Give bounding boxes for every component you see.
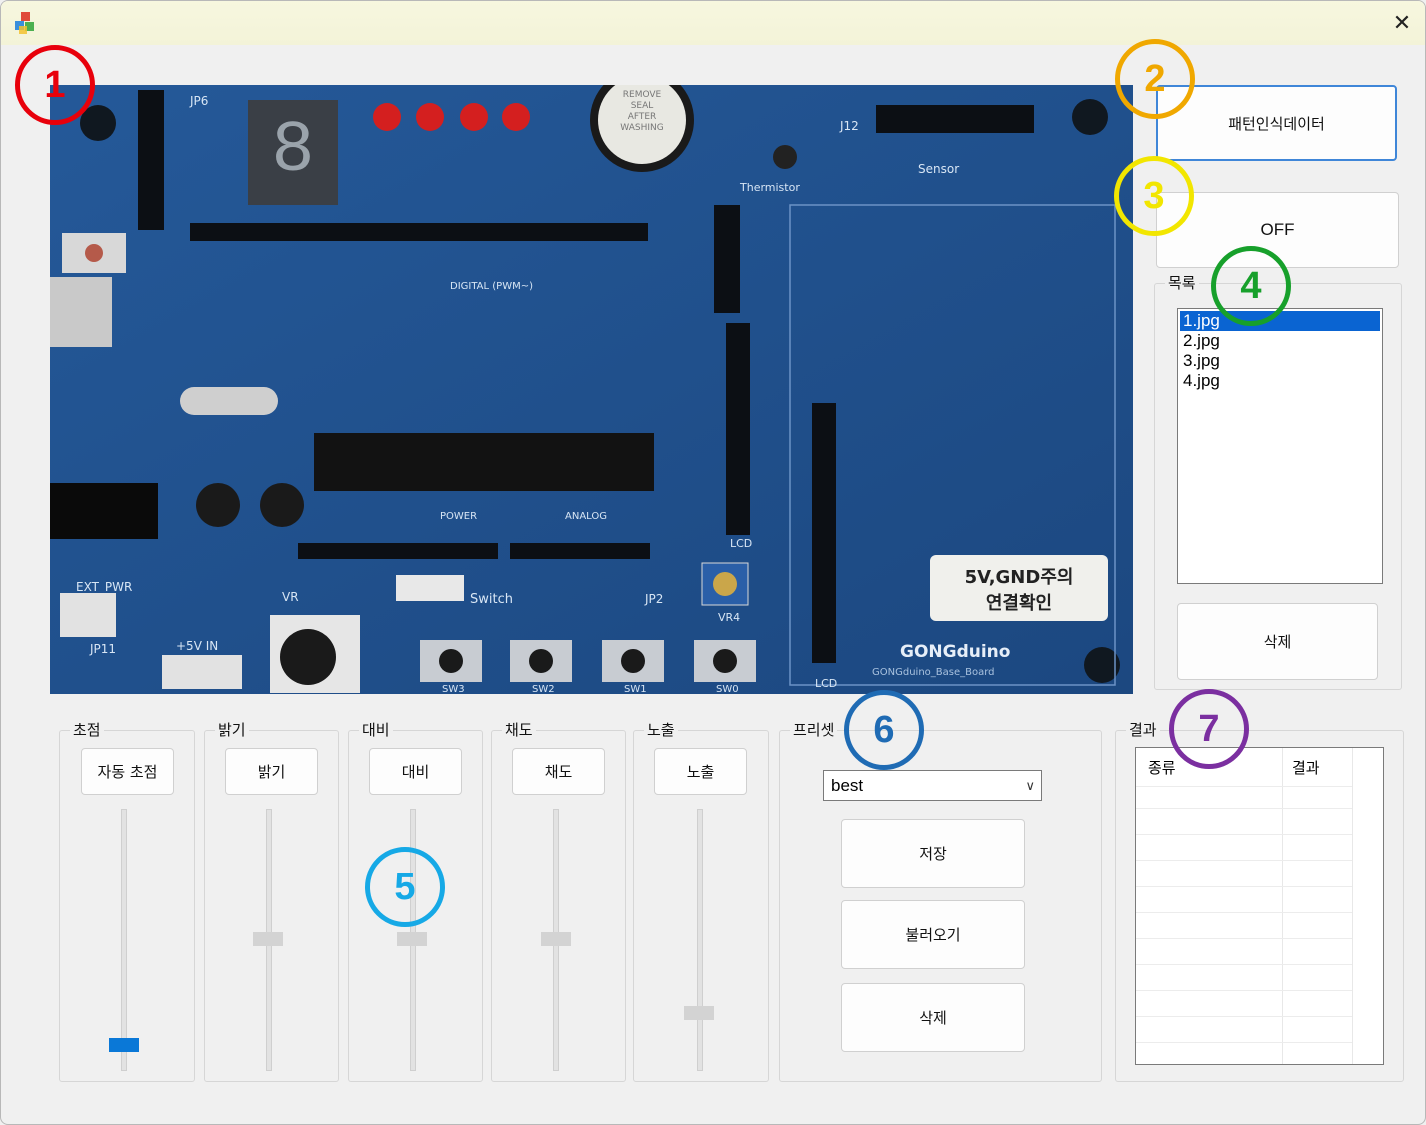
saturation-slider-thumb[interactable] [541,932,571,946]
exposure-slider-track[interactable] [697,809,703,1071]
digital-label: DIGITAL (PWM~) [450,281,533,292]
buzzer-label-2: SEAL [631,101,654,111]
sw1-label: SW1 [624,684,647,694]
buzzer-label-4: WASHING [620,123,663,133]
auto-focus-button[interactable]: 자동 초점 [81,748,174,795]
sw0-label: SW0 [716,684,739,694]
sw2-label: SW2 [532,684,555,694]
sw3-label: SW3 [442,684,465,694]
list-item[interactable]: 3.jpg [1180,351,1380,371]
grid-row-line [1136,912,1352,913]
brand-label: GONGduino [900,642,1010,662]
grid-divider [1352,748,1353,1064]
contrast-button[interactable]: 대비 [369,748,462,795]
sv-in-label: +5V IN [176,639,218,653]
grid-row-line [1136,1042,1352,1043]
lcd-label-1: LCD [730,537,752,550]
grid-row-line [1136,786,1352,787]
vr-label: VR [282,590,299,604]
grid-row-line [1136,964,1352,965]
result-grid-header: 종류 결과 [1136,748,1383,786]
sensor-label: Sensor [918,162,959,176]
analog-label: ANALOG [565,511,607,522]
vr4-label: VR4 [718,611,740,624]
annotation-badge-3: 3 [1114,156,1194,236]
grid-row-line [1136,990,1352,991]
jp6-label: JP6 [189,94,208,108]
annotation-badge-2: 2 [1115,39,1195,119]
contrast-slider-thumb[interactable] [397,932,427,946]
file-listbox[interactable]: 1.jpg 2.jpg 3.jpg 4.jpg [1177,308,1383,584]
warning-line1: 5V,GND주의 [965,567,1074,588]
contrast-group-label: 대비 [359,720,393,740]
save-preset-button[interactable]: 저장 [841,819,1025,888]
focus-slider-track[interactable] [121,809,127,1071]
exposure-button[interactable]: 노출 [654,748,747,795]
annotation-badge-1: 1 [15,45,95,125]
brightness-button[interactable]: 밝기 [225,748,318,795]
exposure-slider-thumb[interactable] [684,1005,714,1020]
saturation-group-label: 채도 [502,720,536,740]
exposure-group-label: 노출 [644,720,678,740]
annotation-badge-6: 6 [844,690,924,770]
column-header-type[interactable]: 종류 [1148,757,1176,778]
load-preset-button[interactable]: 불러오기 [841,900,1025,969]
buzzer-label-1: REMOVE [623,90,662,100]
grid-row-line [1136,1016,1352,1017]
focus-slider-thumb[interactable] [109,1037,139,1052]
grid-row-line [1136,808,1352,809]
app-icon [15,12,34,34]
camera-preview: 8 REMOVE SEAL AFTER WASHING JP6 Thermist… [50,85,1133,694]
jp2-label: JP2 [644,592,663,606]
list-item[interactable]: 1.jpg [1180,311,1380,331]
delete-file-button[interactable]: 삭제 [1177,603,1378,680]
pattern-data-button[interactable]: 패턴인식데이터 [1156,85,1397,161]
column-header-result[interactable]: 결과 [1292,757,1320,778]
app-window: ✕ 8 REMOVE SEAL AFTER WASHING JP6 Thermi… [0,0,1426,1125]
preset-group-label: 프리셋 [790,720,838,740]
delete-preset-button[interactable]: 삭제 [841,983,1025,1052]
close-icon[interactable]: ✕ [1379,1,1425,45]
grid-row-line [1136,886,1352,887]
warning-line2: 연결확인 [986,593,1052,614]
lcd-label-2: LCD [815,677,837,690]
file-list-group-label: 목록 [1165,273,1199,293]
grid-row-line [1136,860,1352,861]
result-group-label: 결과 [1126,720,1160,740]
annotation-badge-7: 7 [1169,689,1249,769]
saturation-button[interactable]: 채도 [512,748,605,795]
buzzer-label-3: AFTER [628,112,657,122]
brightness-group-label: 밝기 [215,720,249,740]
jp11-label: JP11 [89,642,116,656]
annotation-badge-5: 5 [365,847,445,927]
list-item[interactable]: 4.jpg [1180,371,1380,391]
annotation-badge-4: 4 [1211,246,1291,326]
brightness-slider-thumb[interactable] [253,932,283,946]
chevron-down-icon: ∨ [1025,778,1035,793]
result-grid[interactable]: 종류 결과 [1135,747,1384,1065]
power-label: POWER [440,511,477,522]
title-bar: ✕ [1,1,1425,45]
preset-selected-value: best [831,776,864,795]
brand-sub-label: GONGduino_Base_Board [872,667,995,678]
j12-label: J12 [839,119,859,133]
thermistor-label: Thermistor [739,181,800,194]
switch-label: Switch [470,592,513,607]
grid-row-line [1136,938,1352,939]
focus-group-label: 초점 [70,720,104,740]
svg-text:8: 8 [271,110,314,192]
grid-row-line [1136,834,1352,835]
list-item[interactable]: 2.jpg [1180,331,1380,351]
ext-pwr-label: EXT_PWR [76,580,132,594]
preset-select[interactable]: best ∨ [823,770,1042,801]
